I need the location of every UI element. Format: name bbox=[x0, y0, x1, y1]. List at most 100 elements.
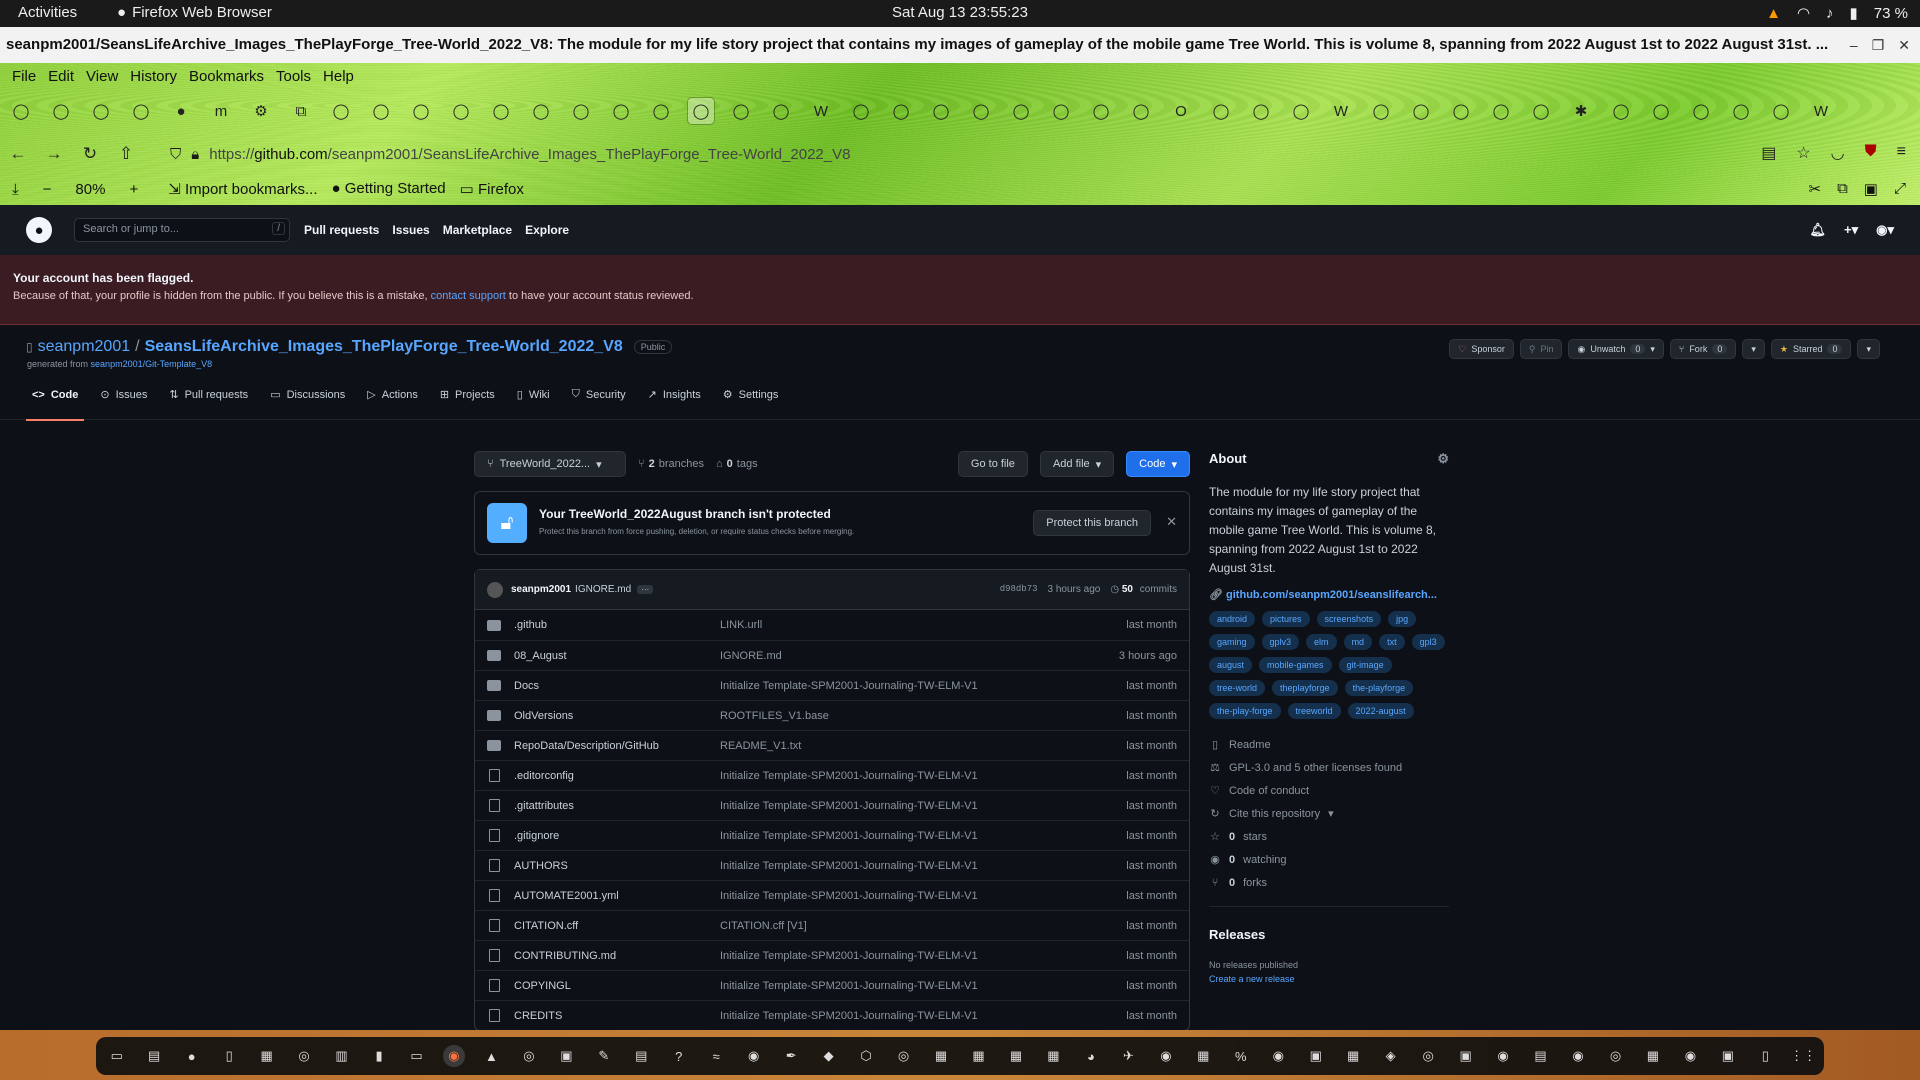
github-tab-icon[interactable]: ◯ bbox=[1488, 98, 1514, 124]
github-tab-icon[interactable]: ◯ bbox=[968, 98, 994, 124]
topic-tag[interactable]: pictures bbox=[1262, 611, 1310, 627]
file-name[interactable]: OldVersions bbox=[514, 710, 720, 722]
github-tab-icon[interactable]: ◯ bbox=[1688, 98, 1714, 124]
repo-owner-link[interactable]: seanpm2001 bbox=[38, 338, 131, 356]
menu-tools[interactable]: Tools bbox=[270, 63, 317, 90]
app7-icon[interactable]: ▦ bbox=[1642, 1045, 1663, 1067]
menu-file[interactable]: File bbox=[6, 63, 42, 90]
github-tab-icon[interactable]: ◯ bbox=[1128, 98, 1154, 124]
github-tab-icon[interactable]: ◯ bbox=[408, 98, 434, 124]
menu-history[interactable]: History bbox=[124, 63, 183, 90]
github-tab-icon[interactable]: ◯ bbox=[128, 98, 154, 124]
avatar[interactable]: ◉▾ bbox=[1876, 222, 1894, 238]
table-row[interactable]: .gitattributes Initialize Template-SPM200… bbox=[475, 790, 1189, 820]
help-icon[interactable]: ? bbox=[668, 1045, 689, 1067]
github-tab-icon[interactable]: ◯ bbox=[568, 98, 594, 124]
star-dropdown[interactable]: ▾ bbox=[1857, 339, 1880, 359]
github-tab-icon[interactable]: ◯ bbox=[728, 98, 754, 124]
lock-icon[interactable]: 🔒︎ bbox=[191, 146, 199, 163]
bookmark-star-icon[interactable]: ☆ bbox=[1796, 143, 1810, 163]
github-tab-icon[interactable]: ◯ bbox=[1368, 98, 1394, 124]
create-release-link[interactable]: Create a new release bbox=[1209, 974, 1449, 984]
zoom-level[interactable]: 80% bbox=[75, 181, 105, 198]
extension-tab-icon[interactable]: ⧉ bbox=[288, 98, 314, 124]
camera-icon[interactable]: ◉ bbox=[743, 1045, 764, 1067]
copy-icon[interactable]: ⧉ bbox=[1837, 180, 1848, 198]
app5-icon[interactable]: ◉ bbox=[1567, 1045, 1588, 1067]
table-row[interactable]: RepoData/Description/GitHub README_V1.txt… bbox=[475, 730, 1189, 760]
trash-icon[interactable]: ▯ bbox=[1755, 1045, 1776, 1067]
battery-icon[interactable]: ▮ bbox=[1850, 4, 1858, 22]
gear-icon[interactable]: ⚙ bbox=[1437, 451, 1449, 467]
github-tab-icon[interactable]: ◯ bbox=[1088, 98, 1114, 124]
rhythmbox-icon[interactable]: ◉ bbox=[1268, 1045, 1289, 1067]
inkscape-icon[interactable]: ✒ bbox=[780, 1045, 801, 1067]
file-name[interactable]: COPYINGL bbox=[514, 980, 720, 992]
app2-icon[interactable]: ▦ bbox=[1342, 1045, 1363, 1067]
github-tab-icon[interactable]: ◯ bbox=[1608, 98, 1634, 124]
github-tab-icon[interactable]: ◯ bbox=[368, 98, 394, 124]
app-menu[interactable]: ● Firefox Web Browser bbox=[117, 4, 272, 21]
commit-message[interactable]: Initialize Template-SPM2001-Journaling-T… bbox=[720, 860, 978, 872]
steam-icon[interactable]: ◎ bbox=[893, 1045, 914, 1067]
url-bar[interactable]: ⛉ 🔒︎ https://github.com/seanpm2001/Seans… bbox=[160, 141, 1460, 167]
commits-link[interactable]: ◷ 50 commits bbox=[1110, 584, 1177, 595]
tab-discussions[interactable]: ▭ Discussions bbox=[270, 370, 345, 420]
github-tab-icon[interactable]: ◯ bbox=[848, 98, 874, 124]
github-tab-icon[interactable]: ◯ bbox=[1248, 98, 1274, 124]
github-tab-icon[interactable]: ◯ bbox=[1288, 98, 1314, 124]
github-tab-icon[interactable]: ◯ bbox=[1208, 98, 1234, 124]
commit-message[interactable]: IGNORE.md bbox=[575, 584, 631, 595]
avatar[interactable] bbox=[487, 581, 503, 598]
app3-icon[interactable]: ◎ bbox=[1417, 1045, 1438, 1067]
hamburger-menu-icon[interactable]: ≡ bbox=[1897, 143, 1906, 163]
obs-icon[interactable]: ◎ bbox=[518, 1045, 539, 1067]
table-row[interactable]: Docs Initialize Template-SPM2001-Journali… bbox=[475, 670, 1189, 700]
github-tab-icon[interactable]: ◯ bbox=[648, 98, 674, 124]
github-tab-icon[interactable]: ◯ bbox=[1768, 98, 1794, 124]
system-tray[interactable]: ▲ ◠ ♪ ▮ 73 % bbox=[1766, 4, 1908, 23]
go-to-file-button[interactable]: Go to file bbox=[957, 451, 1028, 477]
file-name[interactable]: RepoData/Description/GitHub bbox=[514, 740, 720, 752]
firefox-tab-icon[interactable]: ● bbox=[168, 98, 194, 124]
firefox-icon[interactable]: ◉ bbox=[443, 1045, 465, 1067]
repo-name-link[interactable]: SeansLifeArchive_Images_ThePlayForge_Tre… bbox=[145, 338, 623, 356]
clock[interactable]: Sat Aug 13 23:55:23 bbox=[0, 4, 1920, 21]
add-file-button[interactable]: Add file ▾ bbox=[1039, 451, 1115, 477]
protect-branch-button[interactable]: Protect this branch bbox=[1033, 510, 1151, 536]
commit-message[interactable]: README_V1.txt bbox=[720, 740, 801, 752]
gedit-icon[interactable]: ✎ bbox=[593, 1045, 614, 1067]
restore-icon[interactable]: ❐ bbox=[1872, 27, 1885, 63]
commit-message[interactable]: Initialize Template-SPM2001-Journaling-T… bbox=[720, 890, 978, 902]
notes-icon[interactable]: ▮ bbox=[368, 1045, 389, 1067]
topic-tag[interactable]: the-playforge bbox=[1344, 680, 1414, 696]
close-icon[interactable]: ✕ bbox=[1898, 27, 1910, 63]
minimize-icon[interactable]: – bbox=[1850, 27, 1858, 63]
github-tab-icon[interactable]: ◯ bbox=[1008, 98, 1034, 124]
opera-tab-icon[interactable]: O bbox=[1168, 98, 1194, 124]
github-tab-icon[interactable]: ◯ bbox=[687, 97, 715, 125]
tab-actions[interactable]: ▷ Actions bbox=[367, 370, 418, 420]
fork-button[interactable]: ⑂ Fork 0 bbox=[1669, 339, 1737, 359]
forward-icon[interactable]: → bbox=[36, 144, 72, 164]
tab-projects[interactable]: ⊞ Projects bbox=[440, 370, 495, 420]
github-tab-icon[interactable]: ◯ bbox=[48, 98, 74, 124]
zoom-in-icon[interactable]: + bbox=[129, 181, 138, 198]
screenshot-icon[interactable]: ⤓ bbox=[12, 181, 19, 198]
base-icon[interactable]: ▦ bbox=[1043, 1045, 1064, 1067]
fullscreen-icon[interactable]: ⤢ bbox=[1894, 180, 1906, 198]
medium-tab-icon[interactable]: m bbox=[208, 98, 234, 124]
unwatch-button[interactable]: ◉ Unwatch 0 ▾ bbox=[1568, 339, 1664, 359]
table-row[interactable]: .gitignore Initialize Template-SPM2001-Jo… bbox=[475, 820, 1189, 850]
tab-insights[interactable]: ↗ Insights bbox=[648, 370, 701, 420]
file-name[interactable]: CONTRIBUTING.md bbox=[514, 950, 720, 962]
topic-tag[interactable]: gpl3 bbox=[1411, 634, 1445, 650]
sponsor-button[interactable]: ♡ Sponsor bbox=[1449, 339, 1514, 359]
topic-tag[interactable]: august bbox=[1209, 657, 1253, 673]
ubuntu-software-icon[interactable]: ▣ bbox=[556, 1045, 577, 1067]
starred-button[interactable]: ★ Starred 0 bbox=[1770, 339, 1852, 359]
menu-bookmarks[interactable]: Bookmarks bbox=[183, 63, 270, 90]
commit-author[interactable]: seanpm2001 bbox=[511, 584, 571, 595]
table-row[interactable]: .github LINK.urll last month bbox=[475, 610, 1189, 640]
github-tab-icon[interactable]: ◯ bbox=[528, 98, 554, 124]
